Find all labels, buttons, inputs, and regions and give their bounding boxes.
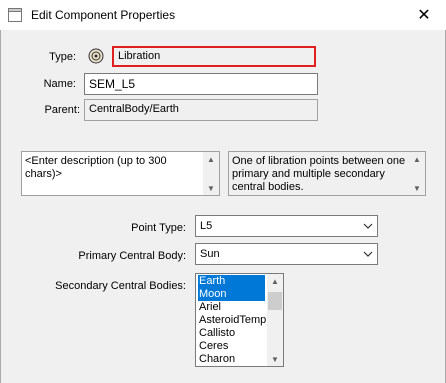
name-input[interactable]: SEM_L5	[84, 73, 318, 95]
chevron-down-icon	[363, 223, 373, 229]
scroll-thumb[interactable]	[268, 292, 282, 310]
point-type-label: Point Type:	[131, 222, 186, 234]
info-text: One of libration points between one prim…	[232, 155, 406, 193]
list-item[interactable]: Moon	[198, 288, 265, 301]
window-border-left	[0, 30, 1, 383]
point-type-value: L5	[200, 220, 213, 232]
scroll-down-icon[interactable]: ▼	[409, 181, 425, 195]
description-placeholder: <Enter description (up to 300 chars)>	[25, 155, 167, 180]
list-item[interactable]: AsteroidTempl	[198, 314, 269, 327]
info-text-box: One of libration points between one prim…	[228, 151, 426, 196]
scroll-up-icon[interactable]: ▲	[267, 274, 283, 288]
primary-body-value: Sun	[200, 248, 220, 260]
list-item[interactable]: Ceres	[198, 340, 265, 353]
primary-body-select[interactable]: Sun	[195, 243, 378, 265]
list-item[interactable]: Callisto	[198, 327, 265, 340]
name-label: Name:	[43, 78, 76, 90]
primary-body-label: Primary Central Body:	[78, 250, 186, 262]
scroll-down-icon[interactable]: ▼	[267, 352, 283, 366]
scroll-up-icon[interactable]: ▲	[409, 152, 425, 166]
type-label: Type:	[49, 51, 76, 63]
scroll-down-icon[interactable]: ▼	[203, 181, 219, 195]
secondary-bodies-list[interactable]: Earth Moon Ariel AsteroidTempl Callisto Ceres…	[195, 273, 284, 367]
chevron-down-icon	[363, 251, 373, 257]
type-field: Libration	[112, 46, 316, 67]
close-icon: ✕	[417, 7, 431, 24]
description-scrollbar[interactable]: ▲ ▼	[203, 152, 219, 195]
info-scrollbar[interactable]: ▲ ▼	[409, 152, 425, 195]
parent-label: Parent:	[44, 104, 80, 116]
title-bar: Edit Component Properties ✕	[0, 0, 446, 30]
secondary-list-scrollbar[interactable]: ▲ ▼	[267, 274, 283, 366]
scroll-up-icon[interactable]: ▲	[203, 152, 219, 166]
libration-point-icon	[88, 48, 104, 64]
list-item[interactable]: Earth	[198, 275, 265, 288]
list-item[interactable]: Charon	[198, 353, 265, 366]
list-item[interactable]: Ariel	[198, 301, 265, 314]
window-icon	[8, 8, 22, 22]
secondary-bodies-label: Secondary Central Bodies:	[55, 280, 186, 292]
point-type-select[interactable]: L5	[195, 215, 378, 237]
window-title: Edit Component Properties	[31, 8, 176, 22]
close-button[interactable]: ✕	[402, 0, 446, 30]
description-input[interactable]: <Enter description (up to 300 chars)> ▲ …	[21, 151, 220, 196]
parent-field: CentralBody/Earth	[84, 99, 318, 121]
